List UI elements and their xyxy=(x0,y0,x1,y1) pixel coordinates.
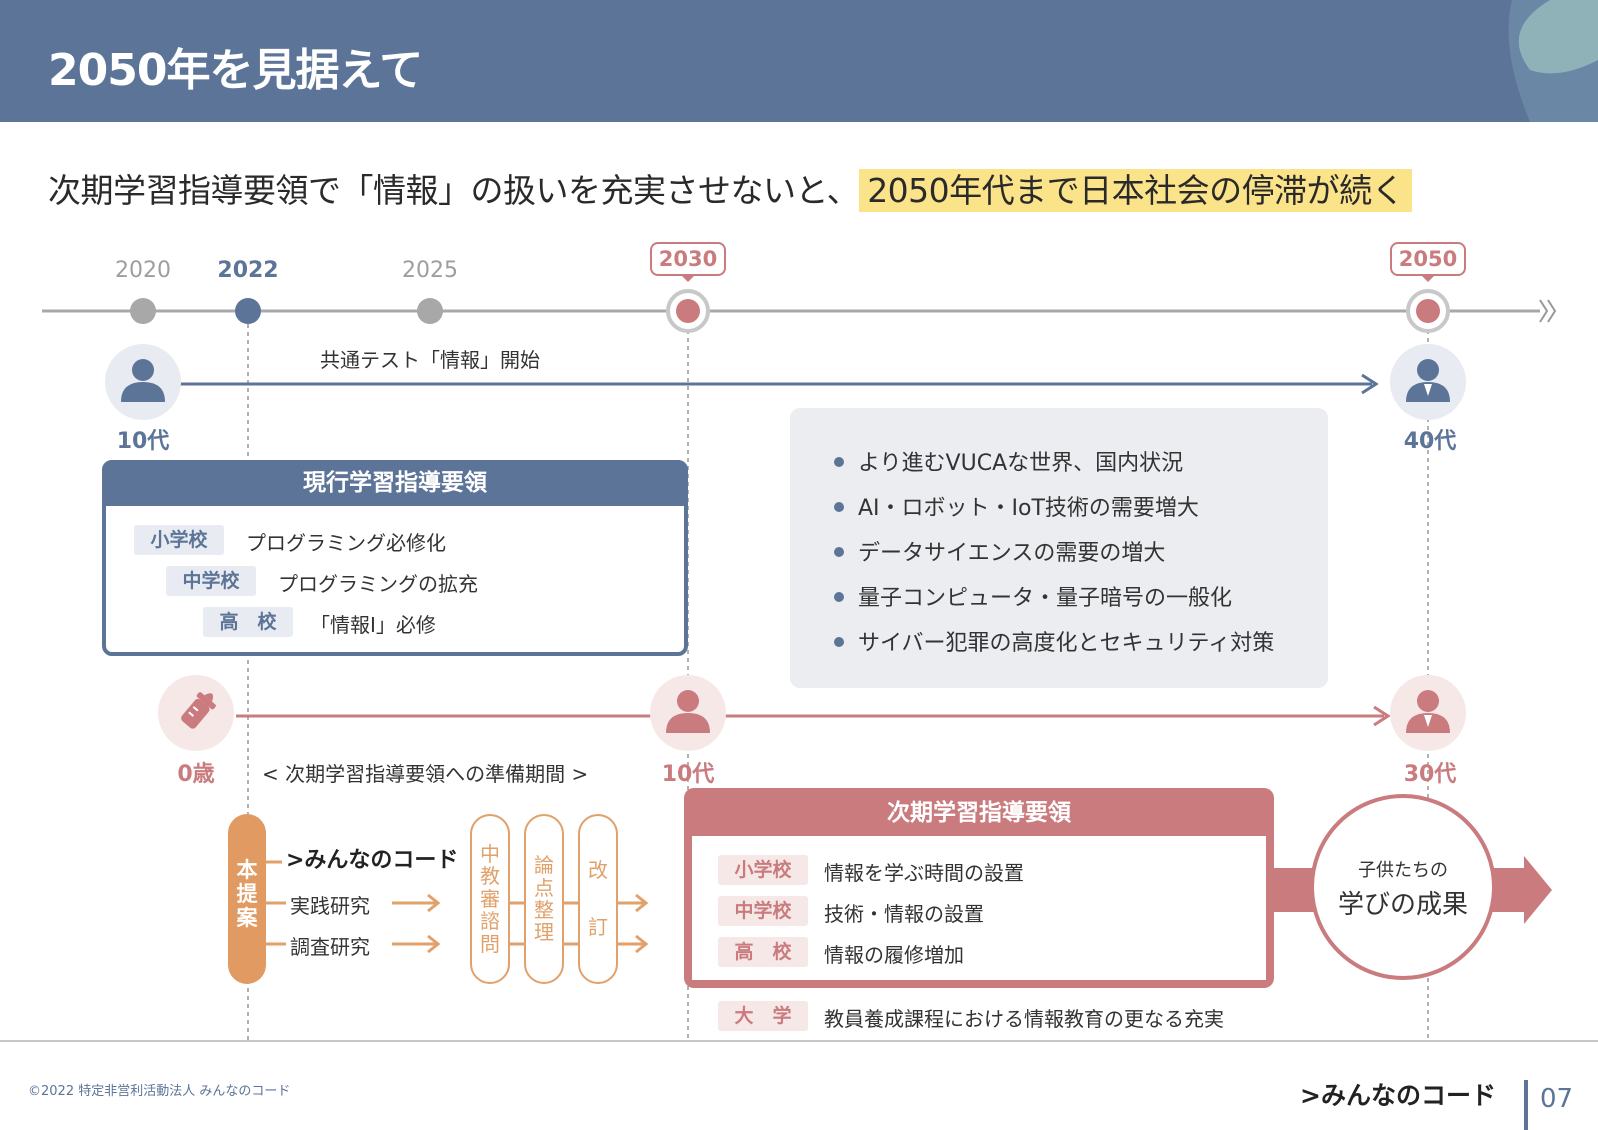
year-label-2020: 2020 xyxy=(115,258,171,283)
tag-elementary: 小学校 xyxy=(718,855,808,885)
current-curriculum-title: 現行学習指導要領 xyxy=(102,460,688,506)
tag-university: 大 学 xyxy=(718,1001,808,1031)
trend-item: 量子コンピュータ・量子暗号の一般化 xyxy=(834,580,1232,612)
next-row-elementary: 情報を学ぶ時間の設置 xyxy=(824,861,1024,885)
person-icon-teen xyxy=(105,344,181,420)
year-label-2025: 2025 xyxy=(402,258,458,283)
survey-research-label: 調査研究 xyxy=(290,935,370,959)
result-big-text: 学びの成果 xyxy=(1337,890,1468,920)
step-issue-organization: 論 点 整 理 xyxy=(524,814,564,984)
trend-text: 量子コンピュータ・量子暗号の一般化 xyxy=(858,586,1233,611)
copyright-text: ©2022 特定非営利活動法人 みんなのコード xyxy=(28,1084,291,1099)
proposal-char: 案 xyxy=(236,906,258,931)
year-label-2022: 2022 xyxy=(217,258,279,283)
step-consultation: 中 教 審 諮 問 xyxy=(470,814,510,984)
next-row-university: 教員養成課程における情報教育の更なる充実 xyxy=(824,1007,1224,1031)
trend-text: AI・ロボット・IoT技術の需要増大 xyxy=(858,496,1199,521)
step-char: 理 xyxy=(534,920,554,945)
step-char: 問 xyxy=(480,931,500,956)
tag-junior-high: 中学校 xyxy=(166,566,256,596)
step-char: 点 xyxy=(534,875,554,900)
step-revision: 改 訂 xyxy=(578,814,618,984)
tag-high-school: 高 校 xyxy=(718,937,808,967)
page-number: 07 xyxy=(1540,1084,1574,1114)
step-char: 整 xyxy=(534,898,554,922)
current-row-high-school: 「情報Ⅰ」必修 xyxy=(310,613,436,637)
bullet-dot-icon xyxy=(834,637,844,647)
next-row-high-school: 情報の履修増加 xyxy=(824,943,964,967)
trend-item: AI・ロボット・IoT技術の需要増大 xyxy=(834,490,1199,522)
next-curriculum-title: 次期学習指導要領 xyxy=(887,800,1071,826)
tag-junior-high: 中学校 xyxy=(718,896,808,926)
proposal-label: 本 提 案 xyxy=(228,858,266,930)
step-char: 審 xyxy=(480,886,500,911)
dot-2050 xyxy=(1416,299,1440,323)
event-label-common-test: 共通テスト「情報」開始 xyxy=(320,348,540,372)
age-label-bottom-start: 0歳 xyxy=(177,762,215,787)
age-label-bottom-mid: 10代 xyxy=(661,762,715,787)
person-icon-adult-suit xyxy=(1390,344,1466,420)
step-char: 訂 xyxy=(588,915,608,940)
minnanocode-logo: >みんなのコード xyxy=(286,848,459,873)
prep-period-label: < 次期学習指導要領への準備期間 > xyxy=(262,762,589,786)
trend-text: データサイエンスの需要の増大 xyxy=(858,541,1166,566)
trend-item: データサイエンスの需要の増大 xyxy=(834,535,1165,567)
year-badge-2050: 2050 xyxy=(1390,242,1466,276)
axis-continuation-mark xyxy=(1539,299,1557,323)
current-row-elementary: プログラミング必修化 xyxy=(246,531,446,555)
footer-divider xyxy=(0,1040,1598,1042)
result-small-text: 子供たちの xyxy=(1358,860,1448,881)
page-number-bar xyxy=(1524,1080,1528,1130)
bullet-dot-icon xyxy=(834,502,844,512)
age-label-top-start: 10代 xyxy=(116,429,170,454)
proposal-char: 提 xyxy=(236,882,258,907)
tag-high-school: 高 校 xyxy=(203,607,293,637)
dot-2030 xyxy=(676,299,700,323)
trend-item: より進むVUCAな世界、国内状況 xyxy=(834,445,1183,477)
step-char: 中 xyxy=(480,842,500,867)
tag-elementary: 小学校 xyxy=(134,525,224,555)
proposal-char: 本 xyxy=(236,858,258,882)
age-label-top-end: 40代 xyxy=(1403,429,1457,454)
baby-bottle-icon xyxy=(158,675,234,751)
current-row-junior-high: プログラミングの拡充 xyxy=(278,572,478,596)
trend-text: より進むVUCAな世界、国内状況 xyxy=(858,451,1184,476)
dot-2025 xyxy=(417,298,443,324)
person-icon-teen-red xyxy=(650,675,726,751)
step-char: 教 xyxy=(480,864,500,889)
age-label-bottom-end: 30代 xyxy=(1403,762,1457,787)
dot-2020 xyxy=(130,298,156,324)
bullet-dot-icon xyxy=(834,592,844,602)
person-icon-adult-suit-red xyxy=(1390,675,1466,751)
bullet-dot-icon xyxy=(834,547,844,557)
practice-research-label: 実践研究 xyxy=(290,894,370,918)
step-char: 改 xyxy=(588,858,608,883)
trend-text: サイバー犯罪の高度化とセキュリティ対策 xyxy=(858,631,1275,656)
trend-item: サイバー犯罪の高度化とセキュリティ対策 xyxy=(834,625,1274,657)
step-char: 諮 xyxy=(480,909,500,934)
step-char: 論 xyxy=(534,853,554,878)
dot-2022 xyxy=(235,298,261,324)
footer-logo: >みんなのコード xyxy=(1300,1081,1496,1110)
bullet-dot-icon xyxy=(834,457,844,467)
next-row-junior-high: 技術・情報の設置 xyxy=(824,902,984,926)
year-badge-2030: 2030 xyxy=(650,242,726,276)
